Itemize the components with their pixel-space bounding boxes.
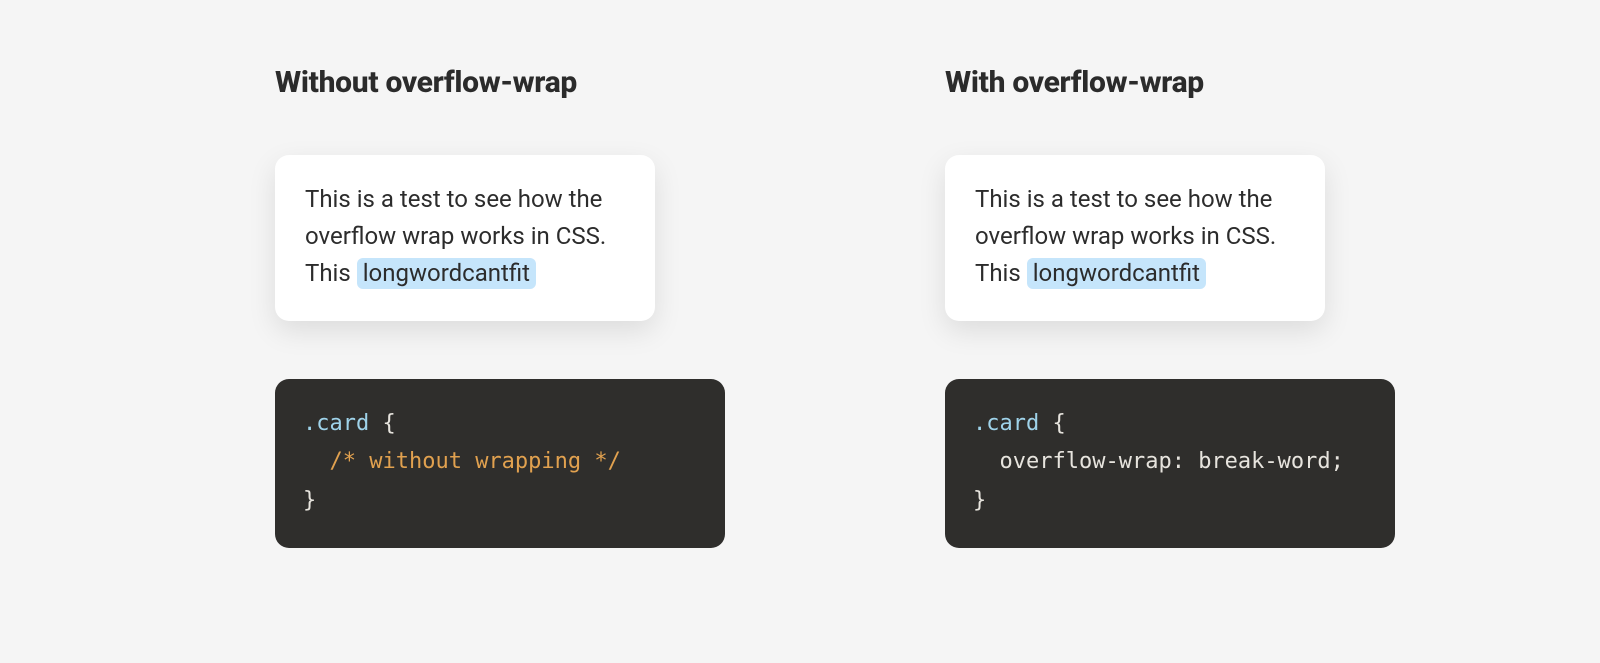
column-with-wrap: With overflow-wrap This is a test to see… bbox=[945, 65, 1395, 548]
code-close-brace: } bbox=[303, 488, 316, 513]
example-card-with: This is a test to see how the overflow w… bbox=[945, 155, 1325, 321]
code-selector: .card bbox=[973, 411, 1039, 436]
code-block-with: .card { overflow-wrap: break-word; } bbox=[945, 379, 1395, 549]
code-value: break-word bbox=[1198, 449, 1330, 474]
code-indent bbox=[973, 449, 1000, 474]
heading-without: Without overflow-wrap bbox=[275, 65, 725, 100]
code-indent bbox=[303, 449, 330, 474]
example-card-without: This is a test to see how the overflow w… bbox=[275, 155, 655, 321]
column-without-wrap: Without overflow-wrap This is a test to … bbox=[275, 65, 725, 548]
comparison-stage: Without overflow-wrap This is a test to … bbox=[0, 0, 1600, 548]
code-open-brace: { bbox=[1039, 411, 1066, 436]
highlighted-long-word: longwordcantfit bbox=[1027, 258, 1206, 289]
code-close-brace: } bbox=[973, 488, 986, 513]
code-comment: /* without wrapping */ bbox=[330, 449, 621, 474]
code-selector: .card bbox=[303, 411, 369, 436]
highlighted-long-word: longwordcantfit bbox=[357, 258, 536, 289]
heading-with: With overflow-wrap bbox=[945, 65, 1395, 100]
code-block-without: .card { /* without wrapping */ } bbox=[275, 379, 725, 549]
code-colon: : bbox=[1172, 449, 1199, 474]
code-property: overflow-wrap bbox=[1000, 449, 1172, 474]
code-semicolon: ; bbox=[1331, 449, 1344, 474]
code-open-brace: { bbox=[369, 411, 396, 436]
